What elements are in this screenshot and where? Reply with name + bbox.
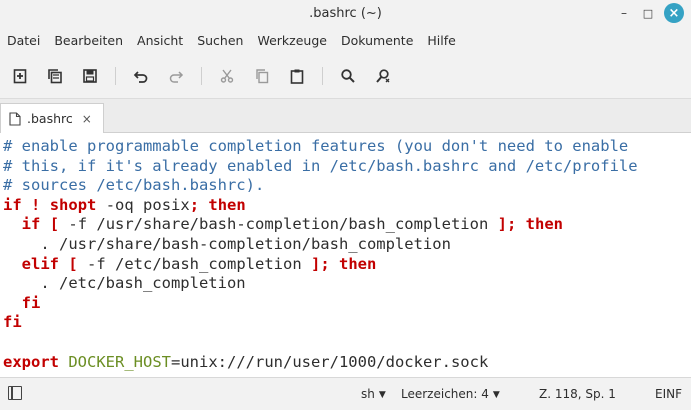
menu-ansicht[interactable]: Ansicht <box>130 33 190 48</box>
menu-bearbeiten[interactable]: Bearbeiten <box>47 33 130 48</box>
menu-hilfe[interactable]: Hilfe <box>420 33 462 48</box>
editor-window: .bashrc (~) – □ × Datei Bearbeiten Ansic… <box>0 0 691 410</box>
redo-icon[interactable] <box>164 64 188 88</box>
code-line[interactable]: # this, if it's already enabled in /etc/… <box>3 157 691 177</box>
code-line[interactable]: . /usr/share/bash-completion/bash_comple… <box>3 235 691 255</box>
chevron-down-icon: ▼ <box>378 390 386 400</box>
code-line[interactable]: # enable programmable completion feature… <box>3 137 691 157</box>
cut-icon[interactable] <box>215 64 239 88</box>
insert-mode: EINF <box>655 387 682 401</box>
tab-bashrc[interactable]: .bashrc × <box>0 103 104 133</box>
sidebar-toggle-icon[interactable] <box>8 386 22 400</box>
undo-icon[interactable] <box>129 64 153 88</box>
menu-suchen[interactable]: Suchen <box>190 33 250 48</box>
cursor-position: Z. 118, Sp. 1 <box>539 387 616 401</box>
code-line[interactable]: fi <box>3 294 691 314</box>
copy-document-icon[interactable] <box>43 64 67 88</box>
language-selector[interactable]: sh ▼ <box>361 387 386 401</box>
code-line[interactable]: . /etc/bash_completion <box>3 274 691 294</box>
paste-icon[interactable] <box>285 64 309 88</box>
toolbar-separator <box>201 67 202 85</box>
code-line[interactable]: # sources /etc/bash.bashrc). <box>3 176 691 196</box>
replace-icon[interactable] <box>371 64 395 88</box>
code-line[interactable]: elif [ -f /etc/bash_completion ]; then <box>3 255 691 275</box>
menu-bar: Datei Bearbeiten Ansicht Suchen Werkzeug… <box>0 26 691 54</box>
toolbar <box>0 54 691 98</box>
code-line[interactable]: if [ -f /usr/share/bash-completion/bash_… <box>3 215 691 235</box>
save-icon[interactable] <box>78 64 102 88</box>
search-icon[interactable] <box>336 64 360 88</box>
new-document-icon[interactable] <box>8 64 32 88</box>
code-line[interactable]: fi <box>3 313 691 333</box>
title-bar[interactable]: .bashrc (~) – □ × <box>0 0 691 26</box>
indent-label: Leerzeichen: 4 <box>401 387 489 401</box>
language-label: sh <box>361 387 375 401</box>
code-line[interactable]: ​ <box>3 333 691 353</box>
menu-dokumente[interactable]: Dokumente <box>334 33 420 48</box>
toolbar-separator <box>322 67 323 85</box>
text-editor-area[interactable]: # enable programmable completion feature… <box>0 133 691 377</box>
tab-close-icon[interactable]: × <box>82 112 92 126</box>
status-bar: sh ▼ Leerzeichen: 4 ▼ Z. 118, Sp. 1 EINF <box>0 377 691 410</box>
minimize-button[interactable]: – <box>614 3 634 23</box>
menu-werkzeuge[interactable]: Werkzeuge <box>250 33 334 48</box>
code-line[interactable]: if ! shopt -oq posix; then <box>3 196 691 216</box>
code-content[interactable]: # enable programmable completion feature… <box>0 133 691 372</box>
toolbar-separator <box>115 67 116 85</box>
chevron-down-icon: ▼ <box>492 390 500 400</box>
file-icon <box>9 111 21 126</box>
copy-icon[interactable] <box>250 64 274 88</box>
indent-selector[interactable]: Leerzeichen: 4 ▼ <box>401 387 500 401</box>
code-line[interactable]: export DOCKER_HOST=unix:///run/user/1000… <box>3 353 691 373</box>
tab-label: .bashrc <box>27 111 73 126</box>
tab-bar: .bashrc × <box>0 98 691 133</box>
menu-datei[interactable]: Datei <box>0 33 47 48</box>
maximize-button[interactable]: □ <box>638 3 658 23</box>
close-button[interactable]: × <box>664 3 684 23</box>
window-title: .bashrc (~) <box>309 5 382 21</box>
